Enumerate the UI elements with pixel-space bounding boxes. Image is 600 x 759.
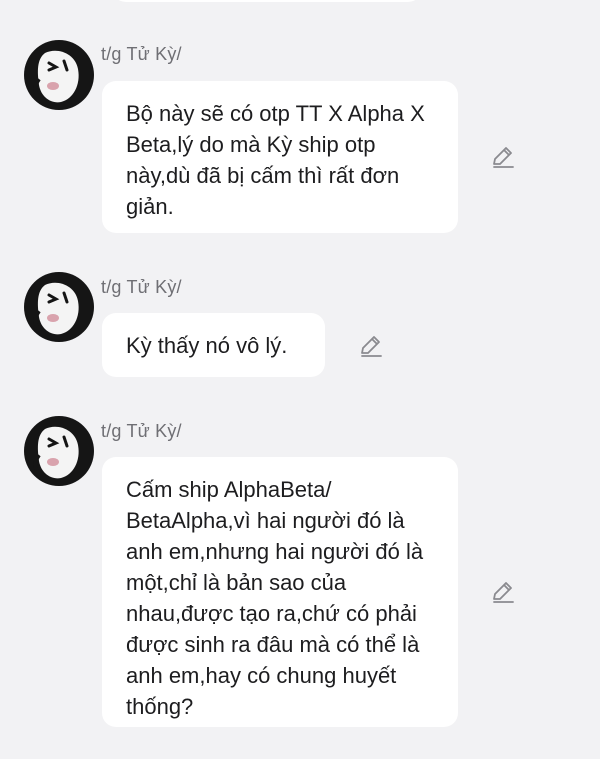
pencil-edit-icon[interactable] <box>490 144 516 170</box>
ghost-face-avatar-icon <box>24 272 94 342</box>
message-author: t/g Tử Kỳ/ <box>101 277 182 297</box>
ghost-face-avatar-icon <box>24 40 94 110</box>
message-bubble: Kỳ thấy nó vô lý. <box>102 313 325 377</box>
message-author: t/g Tử Kỳ/ <box>101 421 182 441</box>
message-text: Bộ này sẽ có otp TT X Alpha X Beta,lý do… <box>126 101 425 219</box>
ghost-face-avatar-icon <box>24 416 94 486</box>
author-avatar[interactable] <box>23 415 95 487</box>
pencil-edit-icon[interactable] <box>490 579 516 605</box>
author-avatar[interactable] <box>23 271 95 343</box>
message-text: Kỳ thấy nó vô lý. <box>126 333 288 358</box>
message-bubble: Bộ này sẽ có otp TT X Alpha X Beta,lý do… <box>102 81 458 233</box>
message-text: Cấm ship AlphaBeta/ BetaAlpha,vì hai ngư… <box>126 477 424 719</box>
message-author: t/g Tử Kỳ/ <box>101 44 182 64</box>
previous-message-bubble-edge <box>112 0 422 2</box>
author-avatar[interactable] <box>23 39 95 111</box>
message-bubble: Cấm ship AlphaBeta/ BetaAlpha,vì hai ngư… <box>102 457 458 727</box>
pencil-edit-icon[interactable] <box>358 333 384 359</box>
